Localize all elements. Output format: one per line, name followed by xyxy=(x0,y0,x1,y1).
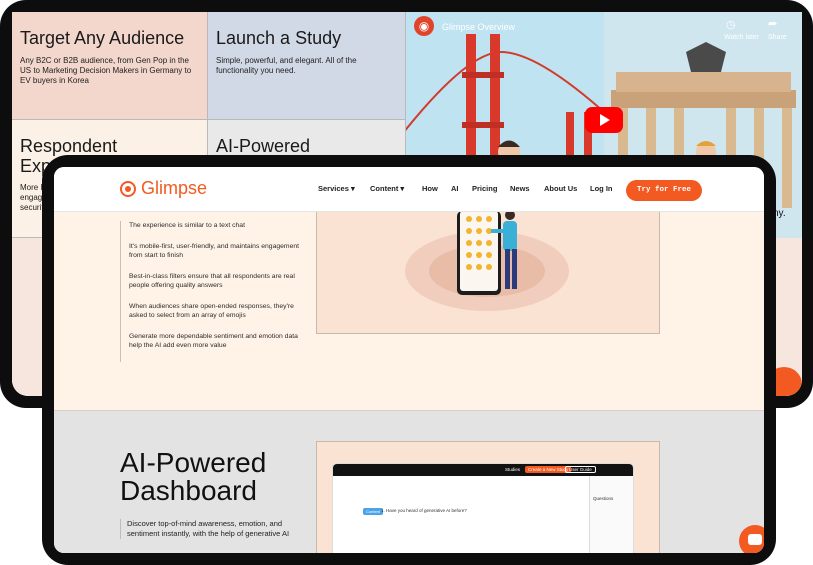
list-item: It's mobile-first, user-friendly, and ma… xyxy=(129,243,300,259)
list-item: Best-in-class filters ensure that all re… xyxy=(129,273,295,289)
top-navigation: Glimpse Services ▾ Content ▾ How AI Pric… xyxy=(54,167,764,212)
list-item: The experience is similar to a text chat xyxy=(129,222,245,229)
nav-item-log-in[interactable]: Log In xyxy=(590,184,613,193)
tile-title: Target Any Audience xyxy=(20,28,185,48)
brand-name: Glimpse xyxy=(141,178,208,198)
section-title: AI-Powered Dashboard xyxy=(120,447,267,506)
section-description: Discover top-of-mind awareness, emotion,… xyxy=(120,519,307,539)
feature-tile-target-audience: Target Any Audience Any B2C or B2B audie… xyxy=(12,12,208,120)
tile-text: More li engag securit xyxy=(20,183,45,212)
emoji-phone-graphic xyxy=(405,211,569,311)
list-item: When audiences share open-ended response… xyxy=(129,303,294,319)
share-label[interactable]: Share xyxy=(768,34,787,41)
dashboard-preview: Studies Create a New Study User Guide Qu… xyxy=(316,441,660,553)
tile-text: Simple, powerful, and elegant. All of th… xyxy=(216,56,357,75)
try-for-free-button[interactable]: Try for Free xyxy=(626,180,702,201)
channel-logo-icon[interactable]: ◉ xyxy=(414,16,434,36)
watch-later-label[interactable]: Watch later xyxy=(724,34,759,41)
nav-item-services[interactable]: Services ▾ xyxy=(318,184,355,193)
dash-content-tag: Content xyxy=(363,508,384,515)
nav-item-news[interactable]: News xyxy=(510,184,530,193)
clock-icon[interactable]: ◷ xyxy=(726,18,736,31)
tile-title: Launch a Study xyxy=(216,28,342,48)
dash-studies-link: Studies xyxy=(505,467,521,472)
brand-logo[interactable]: Glimpse xyxy=(120,178,207,199)
front-screen: Glimpse Services ▾ Content ▾ How AI Pric… xyxy=(54,167,764,553)
feature-tile-launch-study: Launch a Study Simple, powerful, and ele… xyxy=(208,12,406,120)
phone-emoji-illustration xyxy=(316,211,660,334)
share-icon[interactable]: ➦ xyxy=(768,17,777,30)
nav-item-content[interactable]: Content ▾ xyxy=(370,184,404,193)
play-button[interactable] xyxy=(585,107,623,133)
nav-item-ai[interactable]: AI xyxy=(451,184,459,193)
front-device-frame: Glimpse Services ▾ Content ▾ How AI Pric… xyxy=(42,155,776,565)
feature-list: The experience is similar to a text chat… xyxy=(120,221,309,362)
dash-question-text: 1. Have you heard of generative AI befor… xyxy=(381,508,467,513)
nav-item-how[interactable]: How xyxy=(422,184,438,193)
ai-dashboard-section: AI-Powered Dashboard Discover top-of-min… xyxy=(54,411,764,553)
list-item: Generate more dependable sentiment and e… xyxy=(129,333,298,349)
tile-title: AI-Powered xyxy=(216,136,311,156)
glimpse-eye-icon xyxy=(120,180,136,197)
dash-user-guide-button: User Guide xyxy=(565,466,596,473)
dashboard-window: Studies Create a New Study User Guide Qu… xyxy=(333,464,633,553)
tile-text: Any B2C or B2B audience, from Gen Pop in… xyxy=(20,56,192,85)
nav-item-pricing[interactable]: Pricing xyxy=(472,184,497,193)
nav-item-about-us[interactable]: About Us xyxy=(544,184,577,193)
respondent-experience-section: The experience is similar to a text chat… xyxy=(54,211,764,411)
video-title[interactable]: Glimpse Overview xyxy=(442,22,515,32)
chat-bubble-button[interactable] xyxy=(739,525,764,553)
dash-questions-label: Questions xyxy=(593,496,614,501)
dash-side-panel xyxy=(589,476,633,553)
